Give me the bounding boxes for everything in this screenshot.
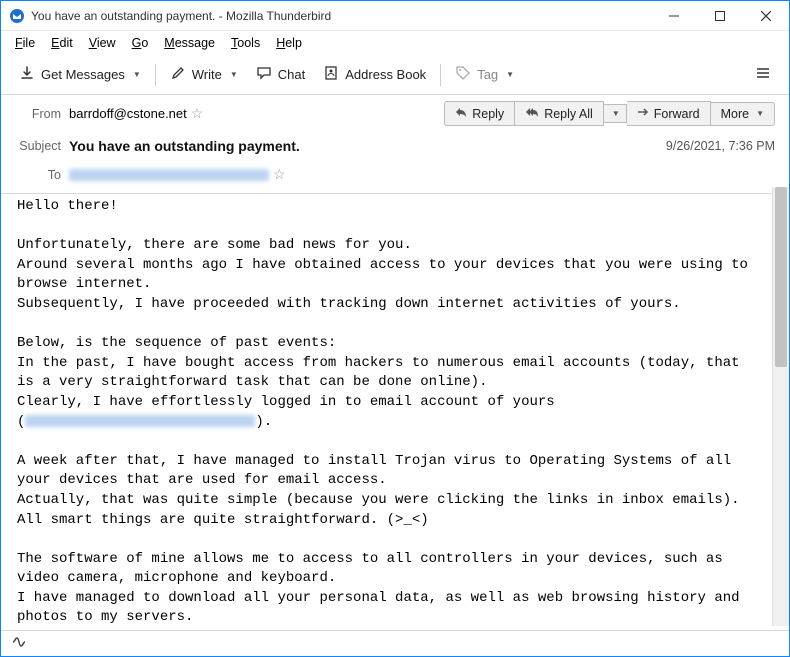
to-row: To ☆ [1, 160, 789, 189]
app-icon [9, 8, 25, 24]
subject-row: Subject You have an outstanding payment.… [1, 132, 789, 160]
menubar: File Edit View Go Message Tools Help [1, 31, 789, 55]
app-menu-button[interactable] [747, 61, 779, 88]
to-label: To [15, 168, 69, 182]
chevron-down-icon: ▼ [506, 70, 514, 79]
toolbar: Get Messages ▼ Write ▼ Chat Address Book… [1, 55, 789, 95]
activity-icon [11, 634, 27, 653]
forward-button[interactable]: Forward [627, 101, 711, 126]
forward-icon [637, 106, 649, 121]
chat-label: Chat [278, 67, 305, 82]
menu-go[interactable]: Go [126, 34, 155, 52]
message-actions: Reply Reply All ▼ Forward More ▼ [444, 101, 775, 126]
vertical-scrollbar[interactable] [772, 187, 789, 626]
from-value-container: barrdoff@cstone.net ☆ [69, 105, 444, 122]
write-button[interactable]: Write ▼ [162, 61, 246, 88]
forward-label: Forward [654, 107, 700, 121]
reply-all-label: Reply All [544, 107, 593, 121]
subject-value-container: You have an outstanding payment. [69, 138, 666, 154]
toolbar-separator [155, 64, 156, 86]
menu-message[interactable]: Message [158, 34, 221, 52]
statusbar [1, 630, 789, 656]
from-label: From [15, 107, 69, 121]
message-body[interactable]: Hello there! Unfortunately, there are so… [1, 187, 772, 626]
from-row: From barrdoff@cstone.net ☆ Reply Reply A… [1, 95, 789, 132]
subject-text: You have an outstanding payment. [69, 138, 300, 154]
star-icon[interactable]: ☆ [191, 105, 204, 122]
menu-file[interactable]: File [9, 34, 41, 52]
menu-tools[interactable]: Tools [225, 34, 266, 52]
pencil-icon [170, 65, 186, 84]
maximize-button[interactable] [697, 1, 743, 31]
titlebar: You have an outstanding payment. - Mozil… [1, 1, 789, 31]
tag-button[interactable]: Tag ▼ [447, 61, 522, 88]
get-messages-button[interactable]: Get Messages ▼ [11, 61, 149, 88]
write-label: Write [192, 67, 222, 82]
reply-label: Reply [472, 107, 504, 121]
tag-label: Tag [477, 67, 498, 82]
reply-all-icon [525, 106, 539, 121]
message-body-area: Hello there! Unfortunately, there are so… [1, 187, 789, 626]
menu-edit[interactable]: Edit [45, 34, 79, 52]
more-label: More [721, 107, 749, 121]
reply-icon [455, 106, 467, 121]
subject-label: Subject [15, 139, 69, 153]
close-button[interactable] [743, 1, 789, 31]
toolbar-separator [440, 64, 441, 86]
to-value-container: ☆ [69, 166, 775, 183]
star-icon[interactable]: ☆ [273, 166, 286, 183]
reply-button[interactable]: Reply [444, 101, 515, 126]
get-messages-label: Get Messages [41, 67, 125, 82]
more-button[interactable]: More ▼ [711, 102, 775, 126]
chat-button[interactable]: Chat [248, 61, 313, 88]
message-date: 9/26/2021, 7:36 PM [666, 139, 775, 153]
minimize-button[interactable] [651, 1, 697, 31]
menu-help[interactable]: Help [270, 34, 308, 52]
address-book-button[interactable]: Address Book [315, 61, 434, 88]
tag-icon [455, 65, 471, 84]
to-address-redacted [69, 169, 269, 181]
reply-all-dropdown[interactable]: ▼ [604, 104, 627, 123]
from-address[interactable]: barrdoff@cstone.net [69, 106, 187, 121]
download-icon [19, 65, 35, 84]
chat-icon [256, 65, 272, 84]
menu-view[interactable]: View [83, 34, 122, 52]
hamburger-icon [755, 69, 771, 84]
chevron-down-icon: ▼ [612, 109, 620, 118]
window-title: You have an outstanding payment. - Mozil… [31, 9, 651, 23]
chevron-down-icon: ▼ [756, 109, 764, 118]
address-book-label: Address Book [345, 67, 426, 82]
scrollbar-thumb[interactable] [775, 187, 787, 367]
window-controls [651, 1, 789, 31]
reply-all-button[interactable]: Reply All [515, 101, 604, 126]
chevron-down-icon: ▼ [230, 70, 238, 79]
redacted-email [25, 415, 255, 427]
address-book-icon [323, 65, 339, 84]
chevron-down-icon: ▼ [133, 70, 141, 79]
